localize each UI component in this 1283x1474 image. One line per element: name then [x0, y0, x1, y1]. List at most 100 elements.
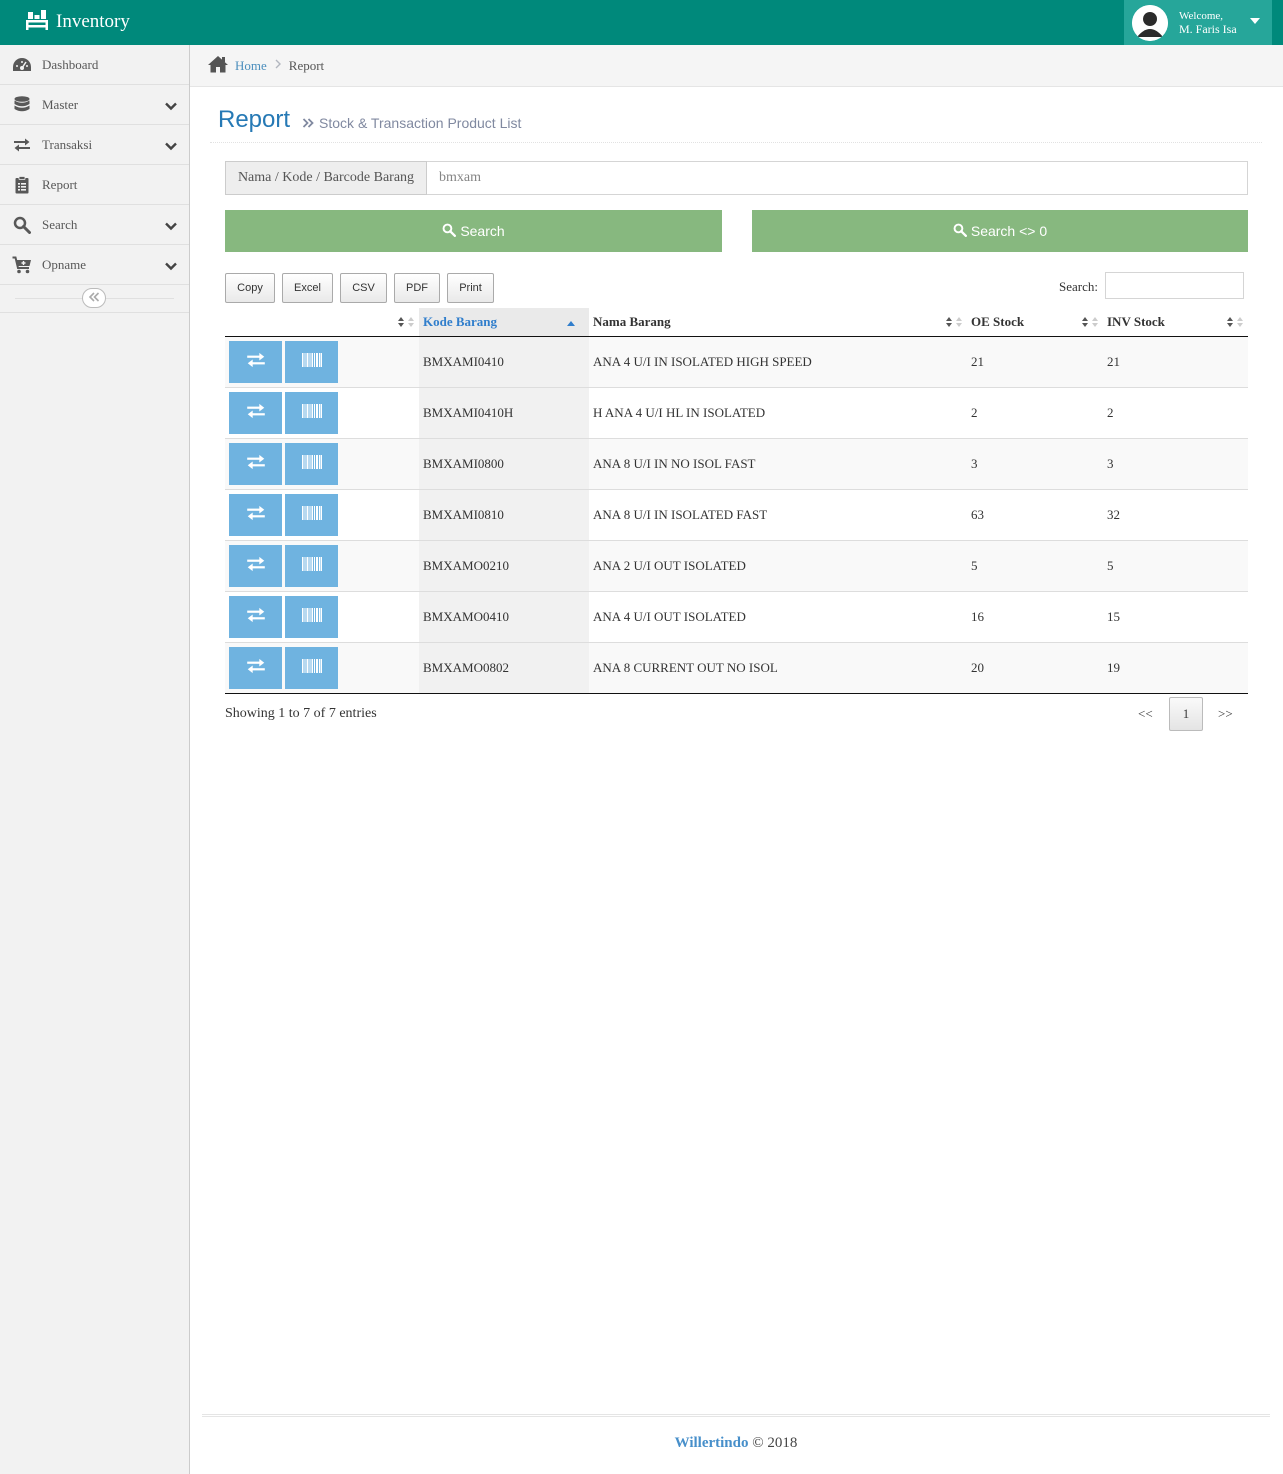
pagination-page-1[interactable]: 1 — [1169, 697, 1203, 731]
product-search-group: Nama / Kode / Barcode Barang — [225, 161, 1248, 195]
pdf-button[interactable]: PDF — [394, 273, 440, 303]
transaction-button[interactable] — [229, 340, 282, 383]
breadcrumb-home-link[interactable]: Home — [235, 58, 267, 74]
sidebar-item-label: Dashboard — [42, 56, 99, 72]
exchange-icon — [245, 402, 267, 424]
copy-button[interactable]: Copy — [225, 273, 275, 303]
cell-inv-stock: 32 — [1103, 489, 1248, 541]
cell-oe-stock: 63 — [967, 489, 1103, 541]
transaction-button[interactable] — [229, 493, 282, 536]
caret-down-icon — [1250, 18, 1260, 24]
sidebar-item-search[interactable]: Search — [0, 205, 189, 245]
chevron-right-icon — [275, 58, 281, 73]
transaction-button[interactable] — [229, 544, 282, 587]
page-title: Report — [218, 106, 291, 133]
cell-kode-barang: BMXAMO0210 — [419, 540, 589, 592]
sidebar-item-label: Master — [42, 96, 79, 112]
csv-button[interactable]: CSV — [340, 273, 387, 303]
product-search-input[interactable] — [427, 161, 1248, 195]
table-search-label: Search: — [1059, 279, 1098, 294]
table-info: Showing 1 to 7 of 7 entries — [225, 706, 377, 721]
barcode-button[interactable] — [285, 493, 338, 536]
table-row: BMXAMI0810 ANA 8 U/I IN ISOLATED FAST 63… — [225, 489, 1248, 541]
cell-inv-stock: 5 — [1103, 540, 1248, 592]
page-subtitle: Stock & Transaction Product List — [302, 115, 521, 131]
barcode-button[interactable] — [285, 646, 338, 689]
cell-inv-stock: 19 — [1103, 642, 1248, 694]
barcode-button[interactable] — [285, 340, 338, 383]
home-icon — [207, 55, 229, 77]
column-header-inv-stock[interactable]: INV Stock — [1103, 308, 1248, 337]
cart-plus-icon — [12, 255, 32, 275]
cell-inv-stock: 3 — [1103, 438, 1248, 490]
column-header-kode-barang[interactable]: Kode Barang — [419, 308, 589, 337]
breadcrumb-current: Report — [288, 57, 325, 73]
barcode-button[interactable] — [285, 544, 338, 587]
cell-oe-stock: 21 — [967, 336, 1103, 388]
table-row: BMXAMI0800 ANA 8 U/I IN NO ISOL FAST 3 3 — [225, 438, 1248, 490]
exchange-icon — [245, 504, 267, 526]
row-actions — [225, 642, 419, 694]
cell-kode-barang: BMXAMI0410 — [419, 336, 589, 388]
column-header-oe-stock[interactable]: OE Stock — [967, 308, 1103, 337]
pagination-next[interactable]: >> — [1218, 706, 1233, 722]
search-button-label: Search — [460, 223, 505, 239]
barcode-button[interactable] — [285, 391, 338, 434]
sidebar-collapse-button[interactable] — [82, 288, 106, 308]
user-name: M. Faris Isa — [1179, 21, 1237, 36]
exchange-icon — [245, 657, 267, 679]
chevron-down-icon — [165, 139, 177, 155]
search-icon — [953, 223, 971, 240]
cell-nama-barang: ANA 2 U/I OUT ISOLATED — [589, 540, 967, 592]
warehouse-icon — [24, 8, 56, 36]
barcode-button[interactable] — [285, 595, 338, 638]
barcode-icon — [301, 658, 322, 677]
transaction-button[interactable] — [229, 646, 282, 689]
sort-icon — [1226, 316, 1244, 332]
sort-up-icon — [567, 314, 575, 330]
cell-oe-stock: 5 — [967, 540, 1103, 592]
search-icon — [12, 215, 32, 235]
column-header-actions[interactable] — [225, 308, 419, 337]
transaction-button[interactable] — [229, 442, 282, 485]
footer-copyright: © 2018 — [752, 1435, 798, 1451]
sidebar-item-dashboard[interactable]: Dashboard — [0, 45, 189, 85]
column-header-label: OE Stock — [971, 313, 1025, 329]
chevron-down-icon — [165, 99, 177, 115]
database-icon — [12, 95, 32, 115]
footer: Willertindo © 2018 — [202, 1414, 1270, 1474]
cell-oe-stock: 16 — [967, 591, 1103, 643]
excel-button[interactable]: Excel — [282, 273, 333, 303]
table-row: BMXAMO0410 ANA 4 U/I OUT ISOLATED 16 15 — [225, 591, 1248, 643]
pagination-prev[interactable]: << — [1138, 706, 1153, 722]
barcode-button[interactable] — [285, 442, 338, 485]
search-nonzero-button[interactable]: Search <> 0 — [752, 210, 1248, 252]
brand-link[interactable]: Inventory — [24, 8, 130, 36]
cell-kode-barang: BMXAMI0410H — [419, 387, 589, 439]
avatar — [1132, 4, 1168, 41]
row-actions — [225, 387, 419, 439]
row-actions — [225, 489, 419, 541]
sidebar-item-opname[interactable]: Opname — [0, 245, 189, 285]
row-actions — [225, 336, 419, 388]
double-chevron-left-icon — [88, 290, 100, 306]
column-header-label: Kode Barang — [423, 313, 498, 329]
search-nonzero-button-label: Search <> 0 — [970, 223, 1048, 239]
table-search-input[interactable] — [1105, 272, 1244, 299]
sidebar-item-label: Opname — [42, 256, 87, 272]
transaction-button[interactable] — [229, 595, 282, 638]
exchange-icon — [12, 135, 32, 155]
transaction-button[interactable] — [229, 391, 282, 434]
user-menu[interactable]: Welcome, M. Faris Isa — [1124, 0, 1272, 45]
cell-nama-barang: ANA 8 U/I IN ISOLATED FAST — [589, 489, 967, 541]
search-button[interactable]: Search — [225, 210, 722, 252]
clipboard-icon — [12, 175, 32, 195]
column-header-nama-barang[interactable]: Nama Barang — [589, 308, 967, 337]
chevron-down-icon — [165, 219, 177, 235]
sidebar-item-master[interactable]: Master — [0, 85, 189, 125]
user-info: Welcome, M. Faris Isa — [1179, 10, 1237, 36]
cell-kode-barang: BMXAMO0410 — [419, 591, 589, 643]
sidebar-item-transaksi[interactable]: Transaksi — [0, 125, 189, 165]
print-button[interactable]: Print — [447, 273, 494, 303]
sidebar-item-report[interactable]: Report — [0, 165, 189, 205]
